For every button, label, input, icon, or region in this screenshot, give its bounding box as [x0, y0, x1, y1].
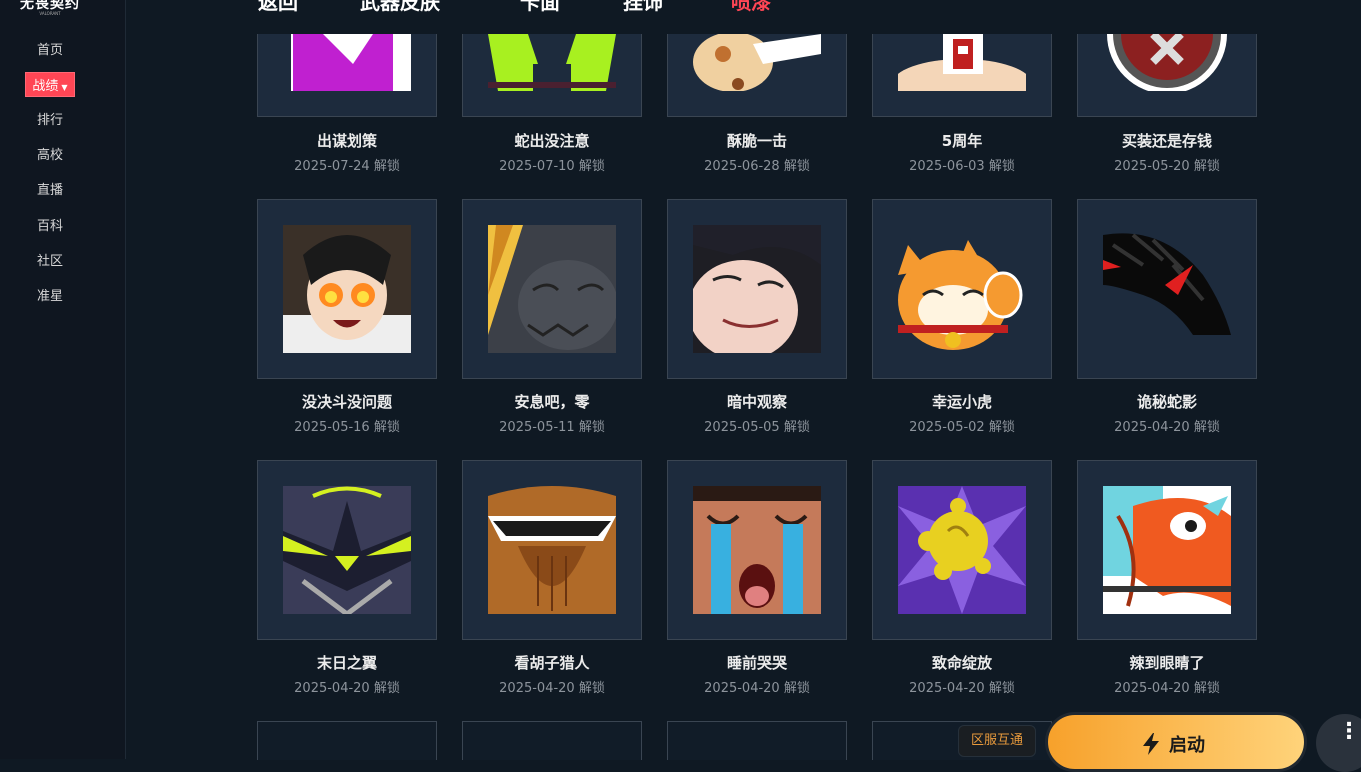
spray-date: 2025-06-28 解锁	[704, 159, 810, 174]
launch-button[interactable]: 启动	[1045, 712, 1307, 772]
spray-thumbnail	[283, 34, 411, 91]
more-vertical-icon: ⋮	[1338, 719, 1360, 744]
spray-title: 致命绽放	[931, 654, 992, 672]
spray-thumbnail	[898, 225, 1026, 353]
spray-date: 2025-05-02 解锁	[909, 420, 1015, 435]
spray-frame	[872, 460, 1052, 640]
spray-title: 看胡子猎人	[514, 654, 590, 672]
spray-date: 2025-05-16 解锁	[294, 420, 400, 435]
sidebar-item-label: 战绩	[32, 79, 59, 94]
sidebar-item-label: 直播	[36, 183, 63, 198]
spray-title: 暗中观察	[726, 393, 787, 411]
spray-frame	[1077, 199, 1257, 379]
spray-title: 诡秘蛇影	[1136, 393, 1197, 411]
spray-date: 2025-04-20 解锁	[499, 681, 605, 696]
sidebar-item-live[interactable]: 直播	[0, 179, 100, 198]
spray-title: 睡前哭哭	[726, 654, 787, 672]
sidebar-item-label: 百科	[36, 219, 63, 234]
tab-charms[interactable]: 挂饰	[623, 0, 663, 15]
spray-date: 2025-07-24 解锁	[294, 159, 400, 174]
active-pill: 战绩 ▼	[25, 72, 75, 97]
launch-label: 启动	[1169, 735, 1205, 756]
spray-date: 2025-05-11 解锁	[499, 420, 605, 435]
spray-frame	[872, 34, 1052, 117]
spray-frame	[462, 460, 642, 640]
spray-thumbnail	[283, 486, 411, 614]
spray-date: 2025-05-05 解锁	[704, 420, 810, 435]
spray-title: 5周年	[941, 132, 983, 150]
spray-thumbnail	[283, 225, 411, 353]
spray-title: 安息吧，零	[514, 393, 590, 411]
spray-frame	[257, 34, 437, 117]
spray-frame	[462, 34, 642, 117]
spray-date: 2025-04-20 解锁	[1114, 420, 1220, 435]
spray-title: 蛇出没注意	[514, 132, 590, 150]
spray-date: 2025-06-03 解锁	[909, 159, 1015, 174]
spray-title: 末日之翼	[316, 654, 377, 672]
spray-frame	[667, 460, 847, 640]
sidebar-item-label: 准星	[36, 289, 63, 304]
spray-title: 买装还是存钱	[1121, 132, 1212, 150]
spray-thumbnail	[693, 225, 821, 353]
spray-frame	[462, 199, 642, 379]
sidebar-item-home[interactable]: 首页	[0, 39, 100, 58]
spray-date: 2025-04-20 解锁	[294, 681, 400, 696]
spray-thumbnail	[1103, 225, 1231, 353]
spray-thumbnail	[1103, 486, 1231, 614]
region-interop-button[interactable]: 区服互通	[958, 725, 1036, 757]
spray-frame	[257, 199, 437, 379]
lightning-icon	[1143, 733, 1159, 755]
tab-sprays[interactable]: 喷漆	[731, 0, 771, 15]
spray-title: 没决斗没问题	[301, 393, 392, 411]
spray-frame	[257, 460, 437, 640]
sidebar-item-community[interactable]: 社区	[0, 250, 100, 269]
spray-date: 2025-04-20 解锁	[704, 681, 810, 696]
spray-frame-partial[interactable]	[257, 721, 437, 760]
spray-thumbnail	[488, 34, 616, 91]
spray-date: 2025-04-20 解锁	[909, 681, 1015, 696]
logo-subtext: VALORANT	[39, 11, 61, 16]
spray-frame	[667, 199, 847, 379]
tab-back[interactable]: 返回	[258, 0, 298, 15]
more-button[interactable]: ⋮	[1316, 714, 1361, 772]
spray-frame-partial[interactable]	[667, 721, 847, 760]
sidebar-item-record[interactable]: 战绩 ▼	[0, 72, 100, 97]
spray-frame	[1077, 34, 1257, 117]
spray-thumbnail	[1103, 34, 1231, 91]
spray-thumbnail	[488, 486, 616, 614]
sidebar-item-label: 首页	[36, 43, 63, 58]
tab-weapon-skins[interactable]: 武器皮肤	[360, 0, 440, 15]
sidebar-item-label: 排行	[36, 113, 63, 128]
spray-frame	[667, 34, 847, 117]
sidebar: 无畏契约 VALORANT 首页 战绩 ▼ 排行 高校 直播 百科 社区 准星	[0, 0, 126, 759]
sidebar-item-college[interactable]: 高校	[0, 144, 100, 163]
logo[interactable]: 无畏契约 VALORANT	[18, 0, 82, 16]
spray-thumbnail	[693, 34, 821, 91]
spray-date: 2025-05-20 解锁	[1114, 159, 1220, 174]
spray-title: 幸运小虎	[931, 393, 992, 411]
sidebar-item-wiki[interactable]: 百科	[0, 215, 100, 234]
spray-frame	[1077, 460, 1257, 640]
spray-thumbnail	[693, 486, 821, 614]
sidebar-item-label: 社区	[36, 254, 63, 269]
sidebar-item-rank[interactable]: 排行	[0, 109, 100, 128]
spray-thumbnail	[488, 225, 616, 353]
spray-date: 2025-07-10 解锁	[499, 159, 605, 174]
spray-thumbnail	[898, 486, 1026, 614]
spray-date: 2025-04-20 解锁	[1114, 681, 1220, 696]
spray-title: 酥脆一击	[726, 132, 787, 150]
sidebar-item-crosshair[interactable]: 准星	[0, 285, 100, 304]
spray-frame-partial[interactable]	[462, 721, 642, 760]
spray-title: 出谋划策	[316, 132, 377, 150]
tab-cards[interactable]: 卡面	[520, 0, 560, 15]
spray-thumbnail	[898, 34, 1026, 91]
launch-button-content: 启动	[1143, 731, 1205, 757]
sidebar-item-label: 高校	[36, 148, 63, 163]
caret-down-icon: ▼	[61, 83, 68, 92]
spray-frame	[872, 199, 1052, 379]
spray-title: 辣到眼睛了	[1129, 654, 1205, 672]
